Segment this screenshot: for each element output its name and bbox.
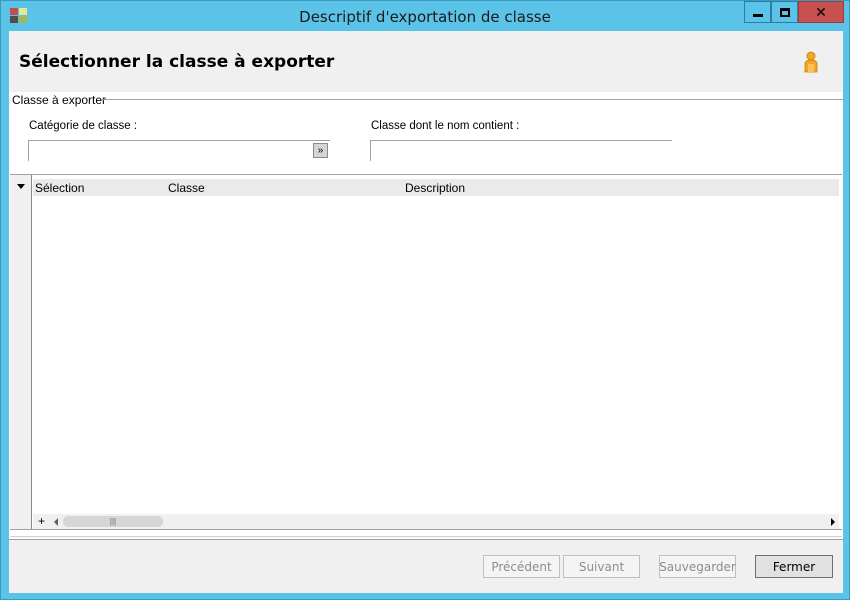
minimize-button[interactable] [744, 1, 771, 23]
group-label: Classe à exporter [12, 93, 109, 107]
column-header-selection[interactable]: Sélection [35, 181, 84, 195]
scroll-right-icon[interactable] [831, 518, 835, 526]
footer-divider [10, 536, 842, 537]
class-grid[interactable]: Sélection Classe Description + ||| [10, 174, 842, 530]
category-combobox[interactable]: » [28, 140, 330, 161]
previous-button[interactable]: Précédent [483, 555, 560, 578]
page-title: Sélectionner la classe à exporter [19, 52, 335, 72]
scroll-left-icon[interactable] [54, 518, 58, 526]
close-window-button[interactable]: ✕ [798, 1, 844, 23]
group-divider [101, 99, 843, 100]
grid-menu-arrow-icon[interactable] [17, 184, 25, 189]
footer-bar: Précédent Suivant Sauvegarder Fermer [9, 539, 843, 593]
column-header-description[interactable]: Description [405, 181, 465, 195]
name-filter-label: Classe dont le nom contient : [371, 120, 520, 132]
close-button[interactable]: Fermer [755, 555, 833, 578]
row-header-column [10, 175, 32, 529]
next-button[interactable]: Suivant [563, 555, 640, 578]
horizontal-scrollbar[interactable]: + ||| [33, 514, 839, 529]
maximize-icon [779, 7, 790, 17]
user-icon [804, 51, 818, 73]
expand-plus-icon[interactable]: + [38, 514, 45, 529]
header-band: Sélectionner la classe à exporter [9, 31, 843, 92]
scroll-thumb[interactable]: ||| [63, 516, 163, 527]
window-title: Descriptif d'exportation de classe [299, 8, 551, 26]
minimize-icon [752, 13, 763, 17]
save-button[interactable]: Sauvegarder [659, 555, 736, 578]
dialog-client: Sélectionner la classe à exporter Classe… [9, 31, 843, 593]
title-bar[interactable]: Descriptif d'exportation de classe ✕ [1, 1, 849, 31]
column-header-row: Sélection Classe Description [33, 179, 839, 196]
name-filter-input[interactable] [370, 140, 672, 161]
maximize-button[interactable] [771, 1, 798, 23]
dialog-window: Descriptif d'exportation de classe ✕ Sél… [0, 0, 850, 600]
grip-icon: ||| [109, 517, 117, 526]
combo-dropdown-button[interactable]: » [313, 143, 328, 158]
category-label: Catégorie de classe : [29, 120, 138, 132]
double-chevron-down-icon: » [317, 144, 324, 156]
close-icon: ✕ [815, 4, 827, 20]
column-header-class[interactable]: Classe [168, 181, 205, 195]
